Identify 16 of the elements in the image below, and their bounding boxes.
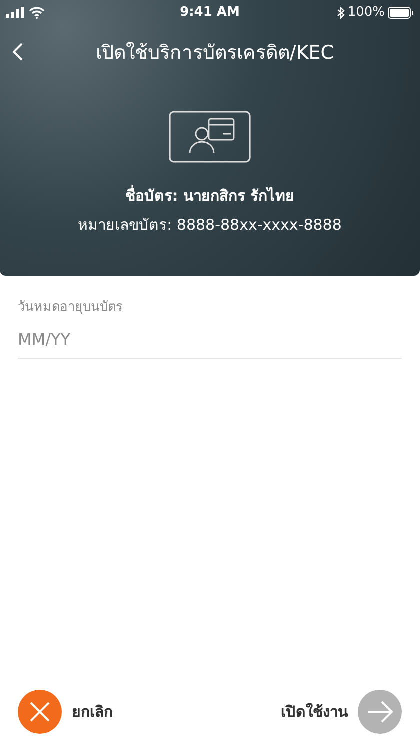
cancel-button[interactable]: ยกเลิก (18, 690, 113, 734)
arrow-right-icon (358, 690, 402, 734)
battery-percent: 100% (348, 4, 385, 22)
id-card-icon (169, 111, 251, 163)
close-icon (18, 690, 62, 734)
wifi-icon (29, 6, 45, 18)
card-name: ชื่อบัตร: นายกสิกร รักไทย (124, 185, 296, 207)
expiry-input-field[interactable]: MM/YY (18, 328, 402, 358)
status-time: 9:41 AM (180, 4, 240, 22)
card-number: หมายเลขบัตร: 8888-88xx-xxxx-8888 (77, 214, 343, 236)
page-title: เปิดใช้บริการบัตรเครดิต/KEC (94, 40, 334, 66)
signal-icon (6, 7, 24, 18)
back-icon (13, 43, 23, 61)
field-label: วันหมดอายุบนบัตร (18, 299, 124, 317)
battery-icon (388, 6, 414, 18)
bluetooth-icon (336, 6, 345, 18)
